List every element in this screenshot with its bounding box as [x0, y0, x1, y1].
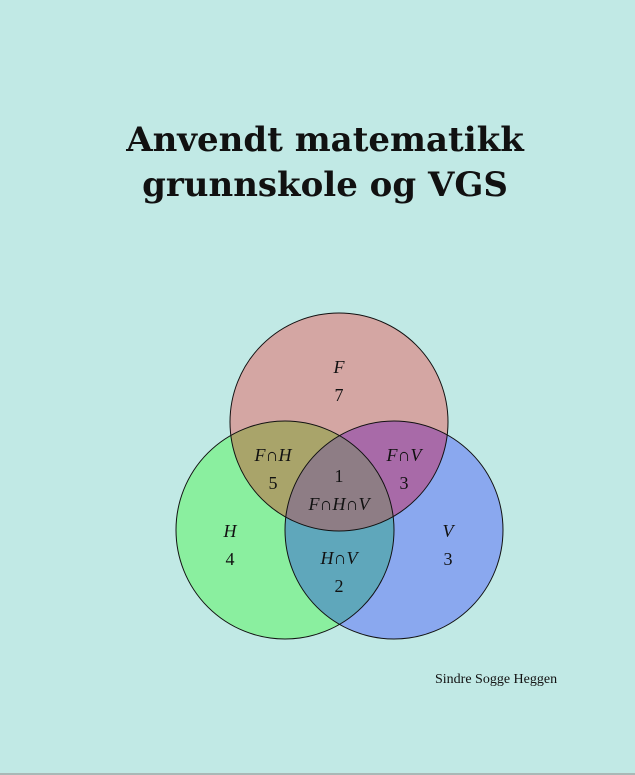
set-f-count: 7 — [335, 385, 344, 405]
set-h-label: H — [223, 521, 238, 541]
intersection-f-h-v-label: F∩H∩V — [308, 494, 372, 514]
intersection-h-v-label: H∩V — [320, 548, 360, 568]
intersection-f-h-count: 5 — [269, 473, 278, 493]
intersection-h-v-count: 2 — [335, 576, 344, 596]
set-h-count: 4 — [226, 549, 235, 569]
intersection-f-h-label: F∩H — [254, 445, 293, 465]
venn-diagram: F 7 H 4 V 3 F∩H 5 F∩V 3 1 F∩H∩V H∩V 2 — [175, 312, 504, 640]
set-f-label: F — [333, 357, 346, 377]
intersection-f-v-label: F∩V — [386, 445, 424, 465]
intersection-f-v-count: 3 — [400, 473, 409, 493]
intersection-f-h-v-count: 1 — [335, 466, 344, 486]
author-name: Sindre Sogge Heggen — [435, 672, 558, 687]
set-v-count: 3 — [444, 549, 453, 569]
